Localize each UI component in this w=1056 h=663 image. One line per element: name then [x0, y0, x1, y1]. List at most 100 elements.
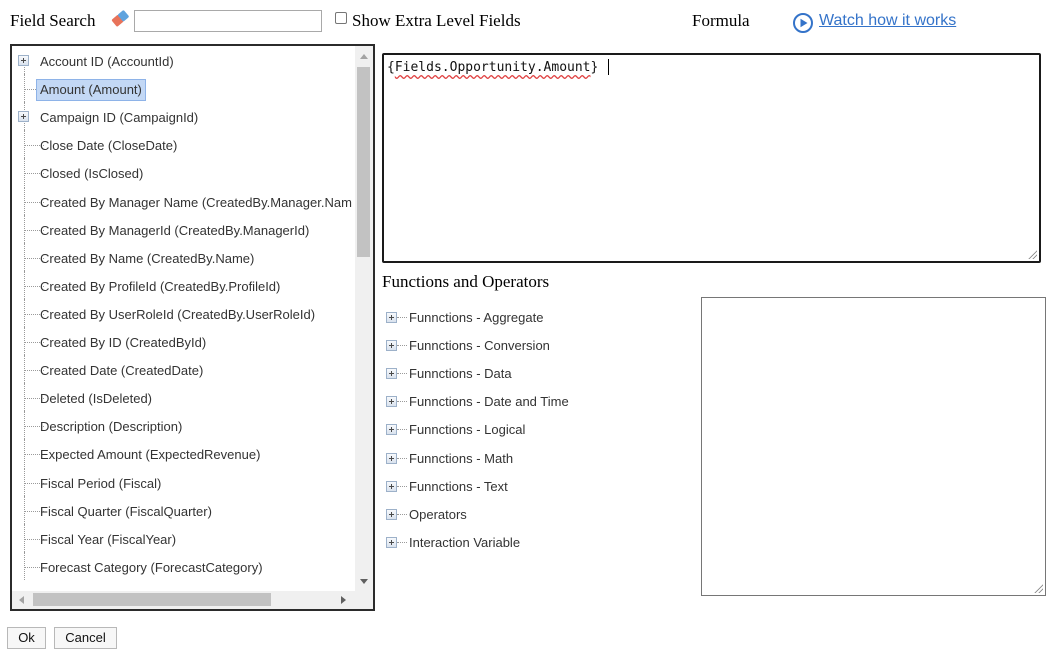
field-tree-item-label: Created By UserRoleId (CreatedBy.UserRol…: [40, 306, 316, 322]
formula-suffix: }: [590, 60, 599, 75]
tree-connector-line: [24, 130, 25, 159]
tree-connector-line: [24, 523, 25, 552]
field-tree-item-label: Created By Manager Name (CreatedBy.Manag…: [40, 194, 352, 210]
field-tree-item[interactable]: Created By Manager Name (CreatedBy.Manag…: [12, 186, 357, 215]
resize-grip-icon[interactable]: [1033, 583, 1043, 593]
tree-connector-line: [24, 383, 25, 412]
expand-plus-icon[interactable]: [386, 452, 397, 464]
formula-expression: Fields.Opportunity.Amount: [394, 60, 591, 75]
field-tree-item-label: Amount (Amount): [36, 79, 146, 102]
expand-plus-icon[interactable]: [386, 368, 397, 380]
field-tree-item-label: Created By ProfileId (CreatedBy.ProfileI…: [40, 278, 281, 294]
field-tree-item[interactable]: Close Date (CloseDate): [12, 130, 357, 159]
horizontal-scrollbar[interactable]: [12, 591, 355, 609]
vertical-scrollbar[interactable]: [355, 46, 373, 591]
expand-plus-icon[interactable]: [18, 55, 29, 66]
field-tree-item[interactable]: Forecast Category (ForecastCategory): [12, 551, 357, 580]
tree-connector-dots: [397, 541, 407, 543]
field-tree-item-label: Deleted (IsDeleted): [40, 391, 152, 407]
tree-connector-line: [24, 158, 25, 187]
formula-text[interactable]: {Fields.Opportunity.Amount}: [387, 60, 598, 75]
function-category-label: Funnctions - Logical: [409, 422, 526, 438]
field-tree-item-label: Fiscal Quarter (FiscalQuarter): [40, 503, 212, 519]
cancel-button[interactable]: Cancel: [54, 627, 117, 649]
functions-heading: Functions and Operators: [382, 272, 550, 291]
tree-connector-line: [24, 214, 25, 243]
field-tree-item[interactable]: Created By ProfileId (CreatedBy.ProfileI…: [12, 270, 357, 299]
tree-connector-dots: [397, 429, 407, 431]
field-tree-item[interactable]: Fiscal Year (FiscalYear): [12, 523, 357, 552]
field-tree-item[interactable]: Created Date (CreatedDate): [12, 355, 357, 384]
tree-connector-line: [24, 355, 25, 384]
scroll-right-icon[interactable]: [341, 596, 346, 604]
function-category-label: Funnctions - Text: [409, 478, 508, 494]
tree-connector-line: [24, 551, 25, 580]
expand-plus-icon[interactable]: [386, 312, 397, 323]
tree-connector-dots: [397, 345, 407, 347]
function-category-label: Interaction Variable: [409, 534, 521, 550]
field-search-label: Field Search: [10, 11, 96, 30]
tree-connector-line: [24, 439, 25, 468]
field-tree-item-label: Created By ID (CreatedById): [40, 335, 207, 350]
scroll-left-icon[interactable]: [19, 596, 24, 604]
field-search-input[interactable]: [134, 10, 322, 32]
field-tree-item[interactable]: Expected Amount (ExpectedRevenue): [12, 439, 357, 468]
function-category-label: Funnctions - Data: [409, 366, 512, 382]
field-tree-item[interactable]: Fiscal Period (Fiscal): [12, 467, 357, 496]
field-tree-item[interactable]: Account ID (AccountId): [12, 50, 357, 78]
formula-editor[interactable]: {Fields.Opportunity.Amount}: [382, 53, 1041, 263]
function-category-label: Funnctions - Conversion: [409, 338, 550, 354]
field-tree-item[interactable]: Created By ID (CreatedById): [12, 327, 357, 355]
function-description-box[interactable]: [701, 297, 1046, 596]
tree-connector-dots: [397, 485, 407, 487]
tree-connector-line: [24, 467, 25, 496]
scroll-up-icon[interactable]: [360, 54, 368, 59]
formula-prefix: {: [387, 60, 395, 75]
vertical-scroll-thumb[interactable]: [357, 67, 370, 257]
field-tree-item-label: Fiscal Period (Fiscal): [40, 475, 162, 491]
expand-plus-icon[interactable]: [386, 424, 397, 436]
tree-connector-dots: [397, 401, 407, 403]
tree-connector-line: [24, 495, 25, 524]
field-tree-item[interactable]: Created By ManagerId (CreatedBy.ManagerI…: [12, 214, 357, 243]
function-category-label: Funnctions - Date and Time: [409, 394, 569, 410]
function-category-label: Operators: [409, 506, 467, 522]
horizontal-scroll-thumb[interactable]: [33, 593, 271, 606]
watch-how-it-works-link[interactable]: Watch how it works: [819, 12, 956, 30]
expand-plus-icon[interactable]: [386, 340, 397, 352]
tree-connector-line: [24, 298, 25, 327]
scrollbar-corner: [355, 591, 373, 609]
expand-plus-icon[interactable]: [386, 508, 397, 520]
formula-label: Formula: [692, 11, 750, 30]
function-category-label: Funnctions - Aggregate: [409, 310, 544, 325]
tree-connector-dots: [397, 513, 407, 515]
field-tree-item-label: Description (Description): [40, 419, 183, 435]
eraser-icon[interactable]: [109, 8, 131, 28]
field-tree-item[interactable]: Deleted (IsDeleted): [12, 383, 357, 412]
field-tree-item[interactable]: Closed (IsClosed): [12, 158, 357, 187]
field-tree-item[interactable]: Created By Name (CreatedBy.Name): [12, 242, 357, 271]
field-tree-item[interactable]: Created By UserRoleId (CreatedBy.UserRol…: [12, 298, 357, 327]
field-tree-item[interactable]: Description (Description): [12, 411, 357, 440]
expand-plus-icon[interactable]: [386, 536, 397, 548]
field-tree-item-label: Account ID (AccountId): [40, 54, 174, 69]
field-tree-item[interactable]: Amount (Amount): [12, 74, 357, 103]
resize-grip-icon[interactable]: [1027, 249, 1037, 259]
extra-fields-label[interactable]: Show Extra Level Fields: [352, 11, 521, 31]
field-tree-item-label: Created By ManagerId (CreatedBy.ManagerI…: [40, 222, 310, 238]
field-tree-item[interactable]: Campaign ID (CampaignId): [12, 102, 357, 131]
field-tree-panel: Account ID (AccountId) Amount (Amount) Cam…: [10, 44, 375, 611]
field-tree-item-label: Close Date (CloseDate): [40, 138, 178, 154]
tree-connector-line: [24, 74, 25, 103]
scroll-down-icon[interactable]: [360, 579, 368, 584]
field-tree-item[interactable]: Fiscal Quarter (FiscalQuarter): [12, 495, 357, 524]
field-tree-item-label: Closed (IsClosed): [40, 166, 144, 182]
extra-fields-checkbox[interactable]: [335, 12, 347, 24]
play-icon[interactable]: [792, 12, 814, 34]
expand-plus-icon[interactable]: [386, 396, 397, 408]
expand-plus-icon[interactable]: [386, 480, 397, 492]
text-caret: [608, 59, 609, 75]
expand-plus-icon[interactable]: [18, 111, 29, 123]
ok-button[interactable]: Ok: [7, 627, 46, 649]
tree-connector-line: [24, 186, 25, 215]
